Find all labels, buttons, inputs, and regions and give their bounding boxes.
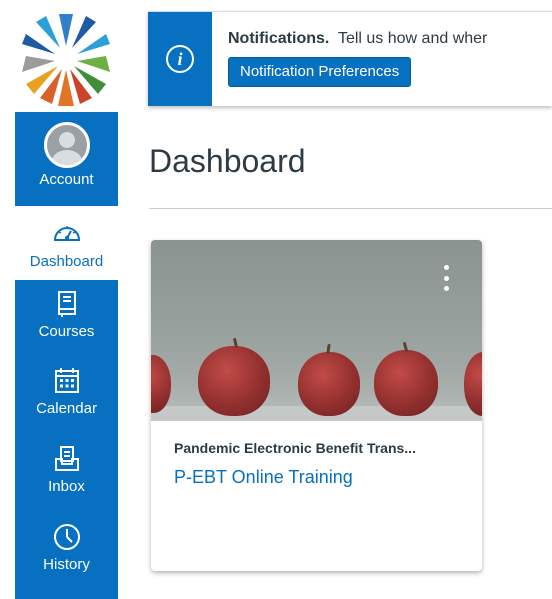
banner-body: Tell us how and wher <box>337 30 488 47</box>
banner-icon-area: i <box>148 12 212 106</box>
nav-item-label: Calendar <box>36 400 97 417</box>
calendar-icon <box>54 368 79 393</box>
notification-preferences-button[interactable]: Notification Preferences <box>228 57 412 87</box>
nav-item-courses[interactable]: Courses <box>15 280 118 357</box>
banner-title: Notifications. <box>228 30 330 47</box>
clock-icon <box>53 524 80 550</box>
nav-item-account[interactable]: Account <box>15 112 118 206</box>
course-card-title[interactable]: Pandemic Electronic Benefit Trans... <box>174 440 416 456</box>
nav-item-dashboard[interactable]: Dashboard <box>15 206 118 280</box>
course-card-image[interactable] <box>151 240 482 421</box>
nav-item-more[interactable] <box>15 591 118 599</box>
star-logo-icon <box>22 14 110 106</box>
inbox-icon <box>54 446 79 471</box>
nav-item-inbox[interactable]: Inbox <box>15 435 118 513</box>
apple-image <box>298 352 360 416</box>
avatar-icon <box>43 122 90 168</box>
dashboard-icon <box>53 226 80 241</box>
book-icon <box>57 291 76 317</box>
page-title: Dashboard <box>149 143 306 179</box>
apple-image <box>374 350 438 416</box>
nav-item-history[interactable]: History <box>15 513 118 591</box>
nav-item-label: History <box>43 556 90 573</box>
nav-item-label: Inbox <box>48 478 85 495</box>
kebab-menu-icon[interactable] <box>443 265 449 291</box>
notification-banner: i Notifications. Tell us how and wher No… <box>148 11 552 106</box>
logo[interactable] <box>15 0 118 112</box>
course-card-subtitle[interactable]: P-EBT Online Training <box>174 467 353 488</box>
course-card[interactable]: Pandemic Electronic Benefit Trans... P-E… <box>151 240 482 571</box>
global-nav: Account Dashboard Courses Calendar Inbox… <box>15 0 118 599</box>
apple-image <box>151 355 171 413</box>
nav-item-calendar[interactable]: Calendar <box>15 357 118 435</box>
info-icon: i <box>166 45 194 73</box>
divider <box>149 208 552 209</box>
nav-item-label: Dashboard <box>29 253 104 270</box>
nav-item-label: Account <box>39 171 94 188</box>
apple-image <box>198 346 270 416</box>
nav-item-label: Courses <box>38 323 95 340</box>
banner-message: Notifications. Tell us how and wher <box>228 30 487 48</box>
